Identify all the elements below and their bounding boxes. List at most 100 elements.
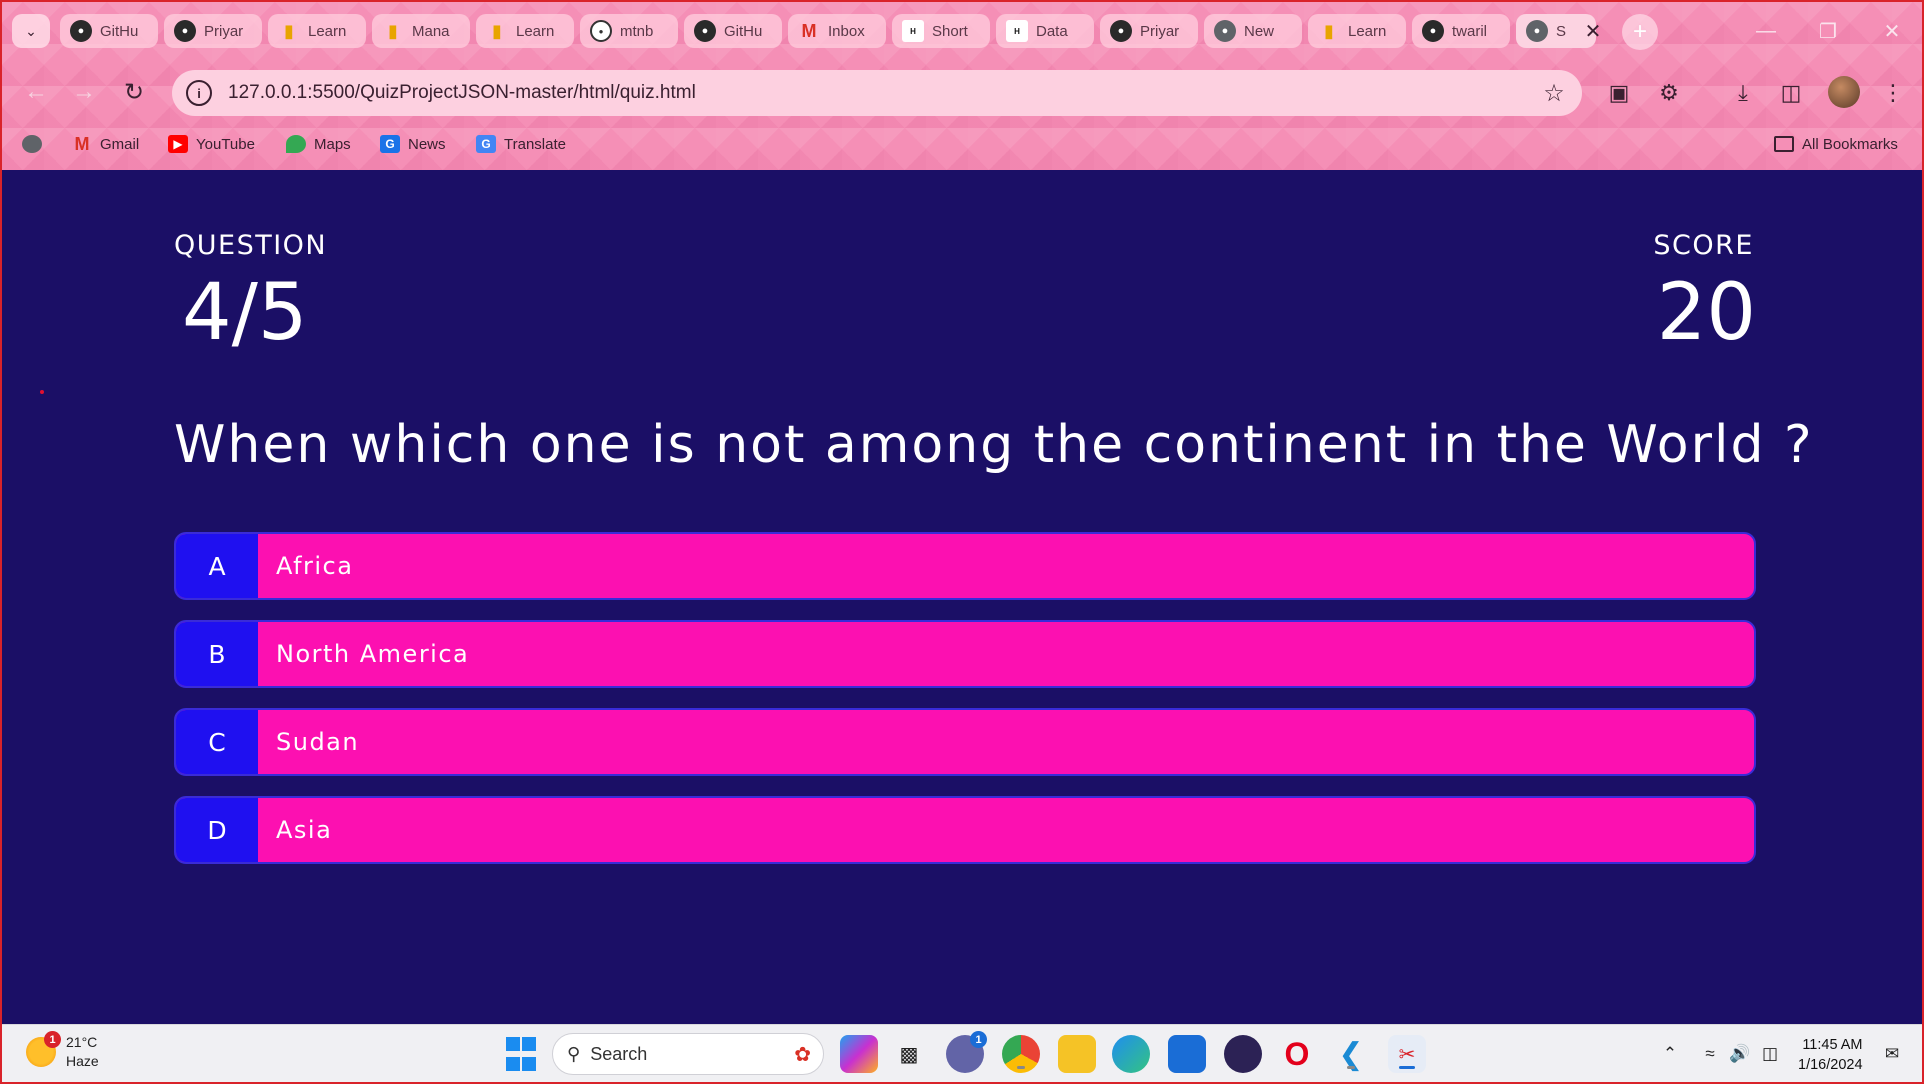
gmail-icon: M bbox=[801, 20, 817, 41]
question-label: QUESTION bbox=[174, 230, 328, 261]
bookmark-news[interactable]: G News bbox=[380, 130, 446, 158]
choice-d[interactable]: D Asia bbox=[174, 796, 1756, 864]
reload-button[interactable]: ↻ bbox=[116, 74, 152, 110]
forward-button[interactable]: → bbox=[66, 74, 102, 110]
weather-badge: 1 bbox=[44, 1031, 61, 1048]
tab[interactable]: ▮ Learn bbox=[268, 14, 366, 48]
tab[interactable]: H Data bbox=[996, 14, 1094, 48]
tab[interactable]: ● mtnb bbox=[580, 14, 678, 48]
volume-icon[interactable]: 🔊 bbox=[1726, 1037, 1754, 1071]
battery-icon[interactable]: ◫ bbox=[1756, 1037, 1784, 1071]
download-icon[interactable]: ⤓ bbox=[1726, 76, 1760, 110]
close-icon: ✕ bbox=[1584, 20, 1602, 43]
hot-icon: H bbox=[902, 20, 924, 42]
sun-haze-icon: 1 bbox=[26, 1031, 61, 1067]
tab[interactable]: ▮ Learn bbox=[1308, 14, 1406, 48]
copilot-icon[interactable] bbox=[840, 1035, 878, 1073]
weather-temp: 21°C bbox=[66, 1034, 98, 1050]
chat-badge: 1 bbox=[970, 1031, 987, 1048]
maximize-button[interactable]: ❐ bbox=[1808, 14, 1848, 48]
hot-icon: H bbox=[1006, 20, 1028, 42]
minimize-button[interactable]: — bbox=[1746, 14, 1786, 48]
tab[interactable]: H Short bbox=[892, 14, 990, 48]
restore-icon: ❐ bbox=[1819, 20, 1837, 43]
choice-text: Asia bbox=[276, 816, 333, 844]
tab[interactable]: ● Priyar bbox=[164, 14, 262, 48]
task-view-icon[interactable]: ▩ bbox=[890, 1035, 928, 1073]
bar-chart-icon: ▮ bbox=[284, 20, 294, 41]
wifi-icon[interactable]: ≈ bbox=[1696, 1037, 1724, 1071]
bookmark-gmail[interactable]: M Gmail bbox=[72, 130, 140, 158]
taskbar-search[interactable]: ⚲ Search ✿ bbox=[552, 1033, 824, 1075]
all-bookmarks[interactable]: All Bookmarks bbox=[1774, 130, 1898, 158]
tab[interactable]: M Inbox bbox=[788, 14, 886, 48]
bar-chart-icon: ▮ bbox=[388, 20, 398, 41]
news-icon: G bbox=[380, 135, 400, 153]
menu-dots-icon[interactable]: ⋮ bbox=[1876, 76, 1910, 110]
start-button[interactable] bbox=[502, 1035, 540, 1073]
bar-chart-icon: ▮ bbox=[492, 20, 502, 41]
close-window-button[interactable]: ✕ bbox=[1872, 14, 1912, 48]
chevron-up-icon[interactable]: ⌃ bbox=[1656, 1037, 1684, 1071]
tab[interactable]: ● Priyar bbox=[1100, 14, 1198, 48]
cast-icon[interactable]: ▣ bbox=[1602, 76, 1636, 110]
github-icon: ● bbox=[1110, 20, 1132, 42]
maps-icon bbox=[286, 135, 306, 153]
address-bar[interactable]: i 127.0.0.1:5500/QuizProjectJSON-master/… bbox=[172, 70, 1582, 116]
clock[interactable]: 11:45 AM 1/16/2024 bbox=[1798, 1035, 1863, 1075]
notifications-icon[interactable]: ✉ bbox=[1878, 1037, 1906, 1071]
minimize-icon: — bbox=[1756, 19, 1776, 42]
plus-icon: + bbox=[1632, 18, 1647, 45]
tab[interactable]: ● twaril bbox=[1412, 14, 1510, 48]
bar-chart-icon: ▮ bbox=[1324, 20, 1334, 41]
bookmark-star-icon[interactable]: ☆ bbox=[1534, 73, 1574, 113]
choice-b[interactable]: B North America bbox=[174, 620, 1756, 688]
running-indicator bbox=[1347, 1066, 1355, 1069]
eclipse-icon[interactable] bbox=[1224, 1035, 1262, 1073]
quiz-page: QUESTION 4/5 SCORE 20 When which one is … bbox=[2, 170, 1922, 1024]
file-explorer-icon[interactable] bbox=[1058, 1035, 1096, 1073]
globe-icon bbox=[22, 135, 42, 153]
bookmark-maps[interactable]: Maps bbox=[286, 130, 351, 158]
info-icon[interactable]: i bbox=[186, 80, 212, 106]
store-icon[interactable] bbox=[1168, 1035, 1206, 1073]
tab[interactable]: ▮ Mana bbox=[372, 14, 470, 48]
edge-icon[interactable] bbox=[1112, 1035, 1150, 1073]
stray-dot bbox=[40, 390, 44, 394]
choice-text: North America bbox=[276, 640, 470, 668]
snipping-tool-icon[interactable]: ✂ bbox=[1388, 1035, 1426, 1073]
browser-toolbar: ← → ↻ i 127.0.0.1:5500/QuizProjectJSON-m… bbox=[2, 64, 1922, 120]
tab[interactable]: ● GitHu bbox=[60, 14, 158, 48]
choice-c[interactable]: C Sudan bbox=[174, 708, 1756, 776]
screen: ⌄ ● GitHu ● Priyar ▮ Learn ▮ Mana ▮ Learn ● mt… bbox=[0, 0, 1924, 1084]
url-text[interactable]: 127.0.0.1:5500/QuizProjectJSON-master/ht… bbox=[228, 82, 1534, 104]
opera-icon[interactable]: O bbox=[1278, 1035, 1316, 1073]
bookmark-youtube[interactable]: ▶ YouTube bbox=[168, 130, 255, 158]
choice-text: Sudan bbox=[276, 728, 360, 756]
close-tab-button[interactable]: ✕ bbox=[1580, 14, 1606, 48]
browser-chrome: ⌄ ● GitHu ● Priyar ▮ Learn ▮ Mana ▮ Learn ● mt… bbox=[2, 2, 1922, 170]
back-button[interactable]: ← bbox=[18, 74, 54, 110]
teams-chat-icon[interactable]: 1 bbox=[946, 1031, 987, 1073]
taskbar: 1 21°C Haze ⚲ Search ✿ ▩ 1 O ❮ ✂ ⌃ ≈ 🔊 ◫… bbox=[2, 1024, 1922, 1082]
tab[interactable]: ● New bbox=[1204, 14, 1302, 48]
github-icon: ● bbox=[174, 20, 196, 42]
weather-widget[interactable]: 1 21°C Haze bbox=[26, 1031, 99, 1071]
side-panel-icon[interactable]: ◫ bbox=[1774, 76, 1808, 110]
mtn-icon: ● bbox=[590, 20, 612, 42]
choice-a[interactable]: A Africa bbox=[174, 532, 1756, 600]
chrome-icon: ● bbox=[1214, 20, 1236, 42]
bookmark-globe[interactable] bbox=[22, 130, 42, 158]
profile-avatar[interactable] bbox=[1828, 76, 1860, 108]
vscode-icon[interactable]: ❮ bbox=[1332, 1035, 1370, 1073]
chrome-icon[interactable] bbox=[1002, 1035, 1040, 1073]
bookmark-translate[interactable]: G Translate bbox=[476, 130, 566, 158]
new-tab-button[interactable]: + bbox=[1622, 14, 1658, 50]
choice-text: Africa bbox=[276, 552, 354, 580]
tab-search-button[interactable]: ⌄ bbox=[12, 14, 50, 48]
extensions-icon[interactable]: ⚙ bbox=[1652, 76, 1686, 110]
tab[interactable]: ▮ Learn bbox=[476, 14, 574, 48]
tab[interactable]: ● GitHu bbox=[684, 14, 782, 48]
globe-icon: ● bbox=[1526, 20, 1548, 42]
github-icon: ● bbox=[70, 20, 92, 42]
